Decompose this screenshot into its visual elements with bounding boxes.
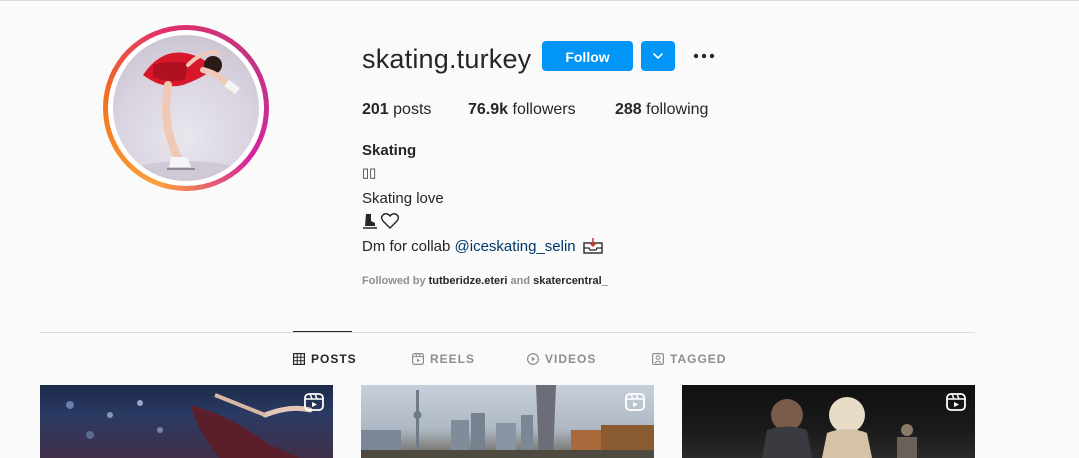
active-tab-indicator <box>293 331 352 332</box>
followed-by-user-2[interactable]: skatercentral_ <box>533 275 608 287</box>
reel-badge-icon <box>625 393 645 411</box>
tab-videos-label: VIDEOS <box>545 352 597 366</box>
post-thumbnail[interactable] <box>40 385 333 458</box>
tagged-icon <box>652 353 664 365</box>
post-image-skaters <box>66 393 313 458</box>
post-thumbnail[interactable] <box>682 385 975 458</box>
tab-tagged[interactable]: TAGGED <box>652 352 726 366</box>
posts-label: posts <box>393 101 432 118</box>
reels-icon <box>412 353 424 365</box>
posts-stat: 201 posts <box>362 101 431 119</box>
profile-username: skating.turkey <box>362 44 532 74</box>
top-border <box>0 0 1079 1</box>
following-stat[interactable]: 288 following <box>615 101 708 119</box>
more-options-button[interactable] <box>690 44 718 68</box>
bio-line-collab: Dm for collab @iceskating_selin <box>362 237 604 255</box>
followers-count: 76.9k <box>468 101 509 118</box>
grid-icon <box>293 353 305 365</box>
tab-tagged-label: TAGGED <box>670 352 727 366</box>
bio-line-text: Skating love <box>362 190 444 207</box>
followers-stat[interactable]: 76.9k followers <box>468 101 576 119</box>
tab-posts[interactable]: POSTS <box>293 352 357 366</box>
followed-by-prefix: Followed by <box>362 275 429 287</box>
avatar-photo <box>113 35 259 181</box>
followed-by-and: and <box>507 275 534 287</box>
follow-button[interactable]: Follow <box>542 41 633 71</box>
mention-link[interactable]: @iceskating_selin <box>455 238 576 255</box>
reel-badge-icon <box>304 393 324 411</box>
tab-reels-label: REELS <box>430 352 476 366</box>
tab-posts-label: POSTS <box>311 352 357 366</box>
collab-text: Dm for collab <box>362 237 455 255</box>
skater-illustration <box>126 50 246 181</box>
profile-avatar[interactable] <box>103 25 269 191</box>
chevron-down-icon <box>653 53 663 59</box>
bio-line-icons <box>362 212 400 230</box>
bio-name: Skating <box>362 142 417 159</box>
followed-by-user-1[interactable]: tutberidze.eteri <box>429 275 508 287</box>
post-image-city-skyline <box>361 385 654 458</box>
tabs-divider <box>40 332 975 333</box>
following-label: following <box>646 101 709 118</box>
posts-count: 201 <box>362 101 389 118</box>
more-dots-icon <box>693 53 715 59</box>
following-count: 288 <box>615 101 642 118</box>
ice-skate-icon <box>363 214 377 229</box>
suggested-accounts-dropdown-button[interactable] <box>641 41 675 71</box>
reel-badge-icon <box>946 393 966 411</box>
post-thumbnail[interactable] <box>361 385 654 458</box>
tab-videos[interactable]: VIDEOS <box>527 352 596 366</box>
followed-by[interactable]: Followed by tutberidze.eteri and skaterc… <box>362 275 608 287</box>
tab-reels[interactable]: REELS <box>412 352 475 366</box>
play-icon <box>527 353 539 365</box>
followers-label: followers <box>512 101 576 118</box>
bio-line-glyphs: ▯▯ <box>362 165 377 180</box>
post-image-pair-skaters <box>762 397 917 458</box>
heart-icon <box>380 213 400 229</box>
inbox-tray-icon <box>582 238 603 254</box>
